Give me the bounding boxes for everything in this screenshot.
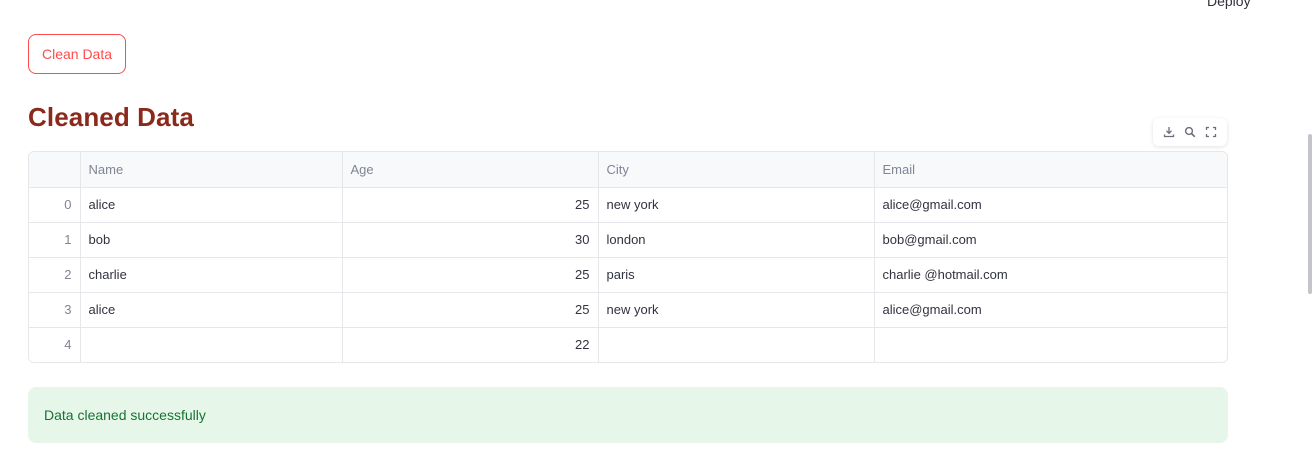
row-index: 0 [29, 187, 81, 223]
cell-email[interactable]: alice@gmail.com [874, 292, 1227, 328]
column-header-city[interactable]: City [598, 152, 875, 188]
table-header-row: Name Age City Email [29, 152, 1227, 188]
row-index: 3 [29, 292, 81, 328]
search-icon[interactable] [1183, 125, 1197, 139]
success-message: Data cleaned successfully [44, 407, 206, 423]
dataframe-toolbar [1153, 118, 1227, 146]
table-row: 4 22 [29, 327, 1227, 362]
table-row: 3 alice 25 new york alice@gmail.com [29, 292, 1227, 328]
table-row: 2 charlie 25 paris charlie @hotmail.com [29, 257, 1227, 293]
column-header-name[interactable]: Name [80, 152, 343, 188]
kebab-menu-icon[interactable] [1272, 0, 1280, 8]
cell-age[interactable]: 30 [342, 222, 599, 258]
column-header-email[interactable]: Email [874, 152, 1227, 188]
cell-name[interactable]: bob [80, 222, 343, 258]
cell-city[interactable]: paris [598, 257, 875, 293]
cell-email[interactable]: bob@gmail.com [874, 222, 1227, 258]
cell-email[interactable]: charlie @hotmail.com [874, 257, 1227, 293]
cell-age[interactable]: 22 [342, 327, 599, 362]
table-row: 0 alice 25 new york alice@gmail.com [29, 187, 1227, 223]
download-icon[interactable] [1162, 125, 1176, 139]
cell-email[interactable] [874, 327, 1227, 362]
cell-name[interactable]: alice [80, 292, 343, 328]
fullscreen-icon[interactable] [1204, 125, 1218, 139]
row-index: 2 [29, 257, 81, 293]
cell-city[interactable]: london [598, 222, 875, 258]
column-header-age[interactable]: Age [342, 152, 599, 188]
cell-name[interactable]: charlie [80, 257, 343, 293]
page-scrollbar[interactable] [1308, 134, 1312, 294]
row-index: 1 [29, 222, 81, 258]
column-header-index [29, 152, 81, 188]
cell-name[interactable]: alice [80, 187, 343, 223]
row-index: 4 [29, 327, 81, 362]
success-alert: Data cleaned successfully [28, 387, 1228, 443]
cell-email[interactable]: alice@gmail.com [874, 187, 1227, 223]
cell-city[interactable] [598, 327, 875, 362]
cell-age[interactable]: 25 [342, 292, 599, 328]
cell-age[interactable]: 25 [342, 257, 599, 293]
deploy-button[interactable]: Deploy [1207, 0, 1251, 9]
app-page: Deploy Clean Data Cleaned Data Name Age … [0, 0, 1314, 451]
clean-data-button[interactable]: Clean Data [28, 34, 126, 74]
cell-name[interactable] [80, 327, 343, 362]
table-row: 1 bob 30 london bob@gmail.com [29, 222, 1227, 258]
cell-city[interactable]: new york [598, 187, 875, 223]
data-table[interactable]: Name Age City Email 0 alice 25 new york … [28, 151, 1228, 363]
cell-age[interactable]: 25 [342, 187, 599, 223]
cell-city[interactable]: new york [598, 292, 875, 328]
page-title: Cleaned Data [28, 102, 194, 132]
